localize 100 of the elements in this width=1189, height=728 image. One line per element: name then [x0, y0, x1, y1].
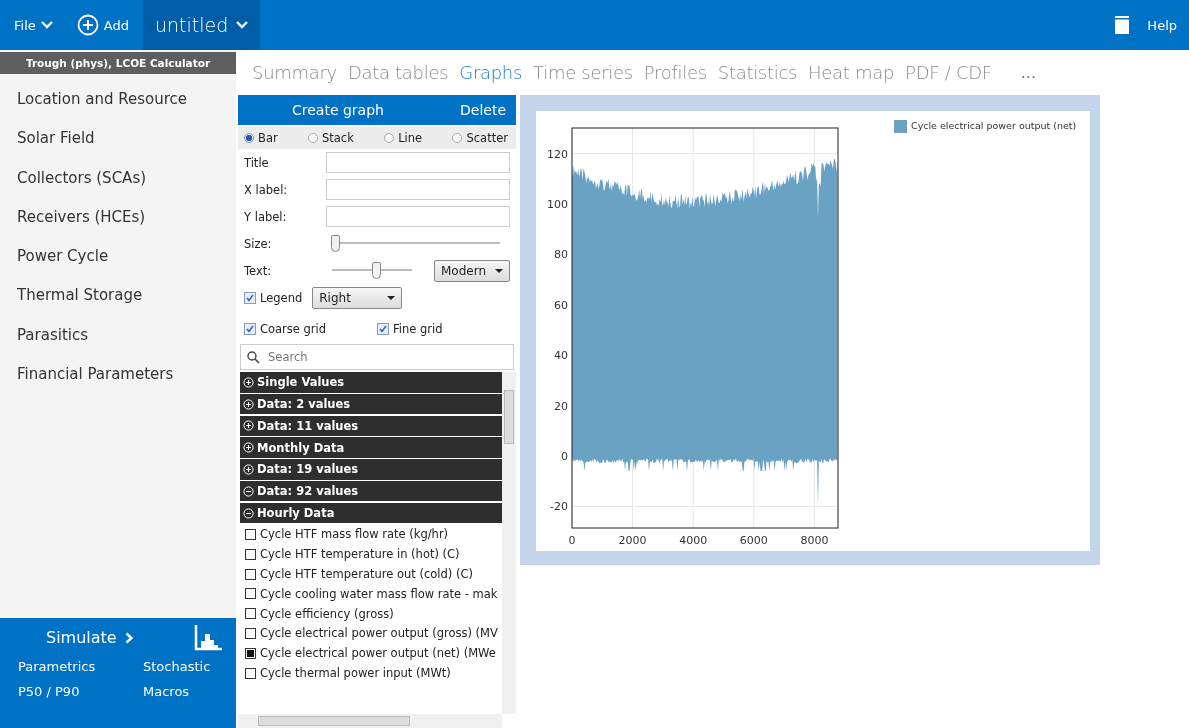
sidebar-item[interactable]: Thermal Storage: [0, 276, 236, 316]
sidebar-item[interactable]: Power Cycle: [0, 237, 236, 277]
horizontal-scrollbar[interactable]: [238, 714, 502, 728]
variable-label: Cycle cooling water mass flow rate - mak: [260, 586, 498, 601]
sidebar-item[interactable]: Financial Parameters: [0, 355, 236, 395]
plus-circle-icon: [243, 420, 254, 432]
x-tick-label: 6000: [739, 534, 768, 547]
sidebar-item[interactable]: Receivers (HCEs): [0, 197, 236, 238]
field-label: X label:: [244, 182, 289, 197]
tree-group[interactable]: Single Values: [240, 372, 502, 393]
text-input[interactable]: [326, 206, 510, 227]
y-tick-label: 80: [554, 248, 568, 262]
tree-group[interactable]: Data: 11 values: [240, 415, 502, 437]
y-tick-label: 20: [554, 399, 568, 413]
caret-icon: [387, 295, 396, 300]
slider-thumb[interactable]: [372, 262, 381, 279]
checkbox[interactable]: [245, 627, 256, 639]
checkbox[interactable]: [245, 647, 256, 659]
variable-label: Cycle HTF temperature out (cold) (C): [260, 567, 473, 582]
tool-link[interactable]: Macros: [123, 684, 228, 699]
plus-circle-icon: [243, 376, 254, 388]
file-menu-button[interactable]: File: [0, 0, 63, 50]
search-icon: [247, 350, 260, 364]
field-label: Text:: [244, 263, 273, 278]
delete-button[interactable]: Delete: [460, 102, 506, 118]
case-selector[interactable]: untitled: [142, 0, 261, 50]
simulate-button[interactable]: Simulate: [46, 624, 134, 651]
results-tab[interactable]: Time series: [533, 62, 644, 83]
tool-link[interactable]: Parametrics: [18, 659, 123, 674]
legend-label: Cycle electrical power output (net): [911, 120, 1077, 131]
tree-group[interactable]: Data: 2 values: [240, 393, 502, 415]
minus-circle-icon: [243, 507, 254, 519]
checkbox[interactable]: [245, 528, 256, 540]
sidebar-item[interactable]: Location and Resource: [0, 80, 236, 120]
font-dropdown[interactable]: Modern: [434, 259, 510, 282]
results-tab[interactable]: PDF / CDF: [905, 62, 1003, 83]
sidebar-item[interactable]: Solar Field: [0, 119, 236, 159]
x-tick-label: 4000: [679, 534, 708, 547]
vertical-scrollbar[interactable]: [502, 372, 516, 714]
more-tabs-button[interactable]: ...: [1020, 63, 1037, 82]
variable-label: Cycle HTF mass flow rate (kg/hr): [260, 527, 449, 542]
variable-label: Cycle HTF temperature in (hot) (C): [260, 547, 460, 562]
radio-button[interactable]: [244, 133, 254, 143]
results-tab[interactable]: Data tables: [347, 62, 460, 83]
search-field[interactable]: Search: [240, 344, 514, 370]
slider-thumb[interactable]: [331, 235, 341, 252]
radio-button[interactable]: [308, 133, 318, 143]
tool-link[interactable]: P50 / P90: [18, 684, 123, 699]
checkbox[interactable]: [377, 322, 389, 335]
minus-circle-icon: [243, 485, 254, 497]
tree-group[interactable]: Hourly Data: [240, 502, 502, 524]
checkbox-label: Legend: [260, 290, 303, 305]
variable-label: Cycle thermal power input (MWt): [260, 666, 451, 681]
plus-circle-icon: [76, 14, 99, 36]
variable-label: Cycle electrical power output (gross) (MV: [260, 626, 498, 641]
plus-circle-icon: [243, 463, 254, 475]
tree-group[interactable]: Data: 92 values: [240, 481, 502, 502]
results-tab[interactable]: Summary: [252, 62, 348, 83]
sidebar-item[interactable]: Collectors (SCAs): [0, 158, 236, 198]
radio-label: Scatter: [466, 131, 508, 145]
results-tab[interactable]: Statistics: [717, 62, 809, 83]
radio-button[interactable]: [452, 133, 463, 143]
field-label: Title: [244, 155, 270, 170]
variable-label: Cycle electrical power output (net) (MWe: [260, 646, 496, 661]
checkbox[interactable]: [245, 667, 256, 679]
sidebar-item[interactable]: Parasitics: [0, 315, 236, 356]
checkbox[interactable]: [245, 608, 256, 620]
radio-button[interactable]: [384, 133, 395, 143]
radio-label: Bar: [258, 131, 278, 145]
x-tick-label: 2000: [618, 534, 647, 547]
checkbox[interactable]: [245, 568, 256, 580]
tree-group[interactable]: Monthly Data: [240, 437, 502, 458]
checkbox[interactable]: [244, 322, 256, 335]
field-label: Size:: [244, 236, 273, 251]
checkbox[interactable]: [245, 548, 256, 560]
y-tick-label: 120: [547, 147, 568, 161]
chevron-down-icon: [236, 21, 249, 29]
chevron-down-icon: [40, 21, 53, 29]
checkbox[interactable]: [245, 588, 256, 600]
field-label: Y label:: [244, 209, 288, 224]
add-button[interactable]: Add: [62, 0, 139, 50]
bar-chart-icon[interactable]: [194, 624, 222, 651]
create-graph-button[interactable]: Create graph: [292, 102, 384, 118]
results-tab[interactable]: Profiles: [643, 62, 718, 83]
tree-group[interactable]: Data: 19 values: [240, 459, 502, 480]
checkbox[interactable]: [244, 291, 256, 304]
x-tick-label: 8000: [800, 534, 829, 547]
tool-link[interactable]: Stochastic: [123, 659, 228, 674]
checkbox-label: Fine grid: [393, 321, 443, 336]
plus-circle-icon: [243, 398, 254, 410]
text-input[interactable]: [326, 179, 510, 200]
y-tick-label: 40: [554, 349, 568, 363]
help-button[interactable]: Help: [1133, 0, 1189, 50]
x-tick-label: 0: [568, 534, 576, 547]
results-tab[interactable]: Heat map: [808, 62, 906, 83]
results-tab[interactable]: Graphs: [459, 62, 534, 83]
y-tick-label: 0: [561, 450, 568, 463]
text-input[interactable]: [326, 152, 510, 173]
legend-position-dropdown[interactable]: Right: [312, 286, 403, 309]
legend-swatch: [894, 120, 907, 133]
